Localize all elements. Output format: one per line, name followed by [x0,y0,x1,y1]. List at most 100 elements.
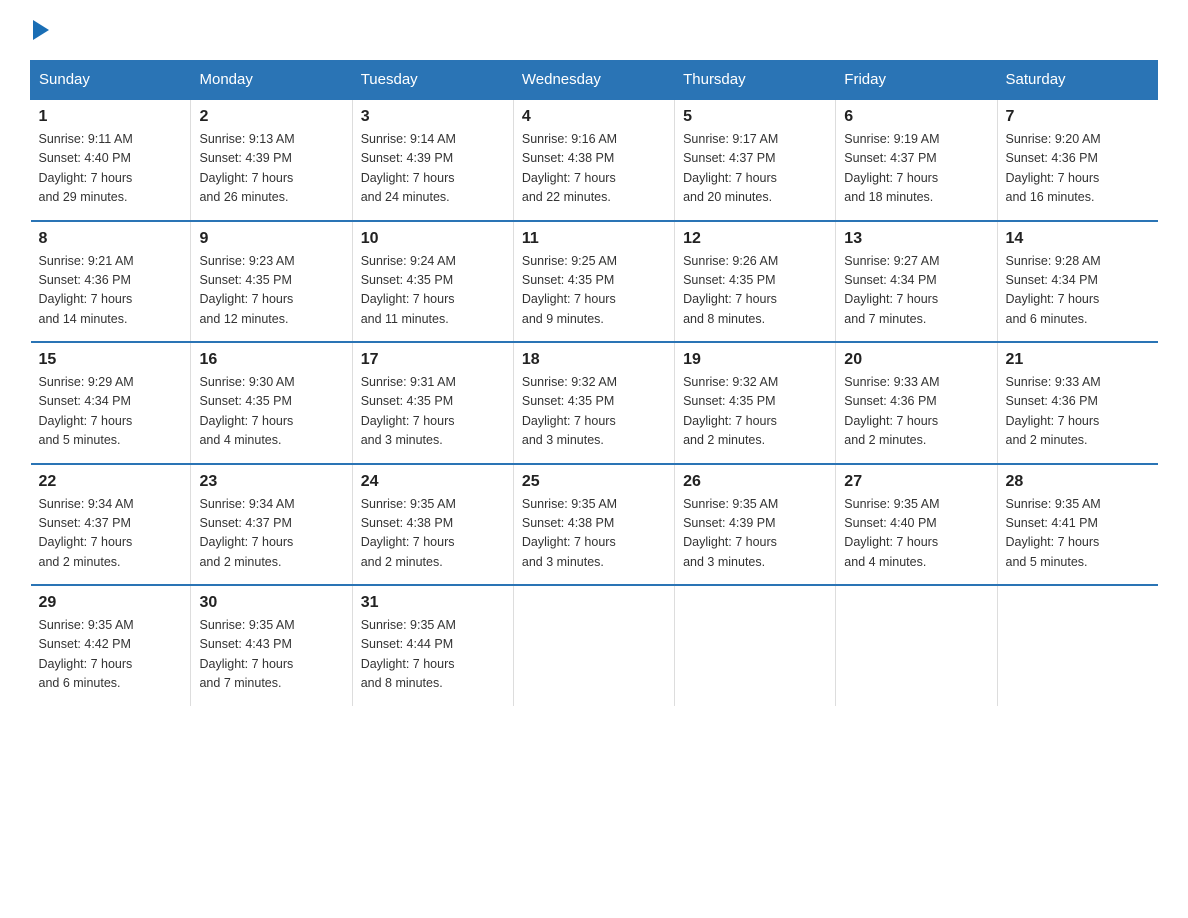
day-number: 24 [361,473,505,491]
day-detail: Sunrise: 9:33 AMSunset: 4:36 PMDaylight:… [844,375,939,447]
day-detail: Sunrise: 9:32 AMSunset: 4:35 PMDaylight:… [522,375,617,447]
calendar-cell: 13 Sunrise: 9:27 AMSunset: 4:34 PMDaylig… [836,221,997,343]
calendar-cell [513,585,674,706]
calendar-cell: 14 Sunrise: 9:28 AMSunset: 4:34 PMDaylig… [997,221,1158,343]
day-detail: Sunrise: 9:17 AMSunset: 4:37 PMDaylight:… [683,132,778,204]
calendar-cell: 6 Sunrise: 9:19 AMSunset: 4:37 PMDayligh… [836,99,997,221]
day-number: 14 [1006,230,1150,248]
day-number: 21 [1006,351,1150,369]
weekday-header-sunday: Sunday [31,61,191,100]
calendar-cell: 18 Sunrise: 9:32 AMSunset: 4:35 PMDaylig… [513,342,674,464]
day-detail: Sunrise: 9:33 AMSunset: 4:36 PMDaylight:… [1006,375,1101,447]
calendar-cell: 22 Sunrise: 9:34 AMSunset: 4:37 PMDaylig… [31,464,191,586]
day-detail: Sunrise: 9:11 AMSunset: 4:40 PMDaylight:… [39,132,133,204]
weekday-header-row: SundayMondayTuesdayWednesdayThursdayFrid… [31,61,1158,100]
day-number: 5 [683,108,827,126]
calendar-cell [836,585,997,706]
weekday-header-tuesday: Tuesday [352,61,513,100]
day-detail: Sunrise: 9:35 AMSunset: 4:38 PMDaylight:… [522,497,617,569]
week-row-4: 22 Sunrise: 9:34 AMSunset: 4:37 PMDaylig… [31,464,1158,586]
calendar-cell: 24 Sunrise: 9:35 AMSunset: 4:38 PMDaylig… [352,464,513,586]
calendar-cell: 16 Sunrise: 9:30 AMSunset: 4:35 PMDaylig… [191,342,352,464]
day-number: 23 [199,473,343,491]
day-number: 8 [39,230,183,248]
calendar-cell: 17 Sunrise: 9:31 AMSunset: 4:35 PMDaylig… [352,342,513,464]
calendar-cell: 29 Sunrise: 9:35 AMSunset: 4:42 PMDaylig… [31,585,191,706]
calendar-cell: 8 Sunrise: 9:21 AMSunset: 4:36 PMDayligh… [31,221,191,343]
day-detail: Sunrise: 9:35 AMSunset: 4:40 PMDaylight:… [844,497,939,569]
calendar-cell: 26 Sunrise: 9:35 AMSunset: 4:39 PMDaylig… [675,464,836,586]
day-detail: Sunrise: 9:16 AMSunset: 4:38 PMDaylight:… [522,132,617,204]
calendar-cell: 28 Sunrise: 9:35 AMSunset: 4:41 PMDaylig… [997,464,1158,586]
calendar-cell: 23 Sunrise: 9:34 AMSunset: 4:37 PMDaylig… [191,464,352,586]
day-detail: Sunrise: 9:34 AMSunset: 4:37 PMDaylight:… [39,497,134,569]
day-number: 12 [683,230,827,248]
weekday-header-wednesday: Wednesday [513,61,674,100]
day-number: 22 [39,473,183,491]
day-number: 10 [361,230,505,248]
day-detail: Sunrise: 9:20 AMSunset: 4:36 PMDaylight:… [1006,132,1101,204]
day-number: 27 [844,473,988,491]
week-row-3: 15 Sunrise: 9:29 AMSunset: 4:34 PMDaylig… [31,342,1158,464]
calendar-cell: 5 Sunrise: 9:17 AMSunset: 4:37 PMDayligh… [675,99,836,221]
week-row-2: 8 Sunrise: 9:21 AMSunset: 4:36 PMDayligh… [31,221,1158,343]
calendar-cell: 7 Sunrise: 9:20 AMSunset: 4:36 PMDayligh… [997,99,1158,221]
day-number: 30 [199,594,343,612]
calendar-cell: 25 Sunrise: 9:35 AMSunset: 4:38 PMDaylig… [513,464,674,586]
day-detail: Sunrise: 9:35 AMSunset: 4:43 PMDaylight:… [199,618,294,690]
day-number: 9 [199,230,343,248]
day-detail: Sunrise: 9:35 AMSunset: 4:41 PMDaylight:… [1006,497,1101,569]
weekday-header-monday: Monday [191,61,352,100]
day-detail: Sunrise: 9:21 AMSunset: 4:36 PMDaylight:… [39,254,134,326]
weekday-header-friday: Friday [836,61,997,100]
day-detail: Sunrise: 9:31 AMSunset: 4:35 PMDaylight:… [361,375,456,447]
calendar-cell [997,585,1158,706]
logo-arrow-icon [33,20,49,40]
calendar-cell: 20 Sunrise: 9:33 AMSunset: 4:36 PMDaylig… [836,342,997,464]
day-number: 4 [522,108,666,126]
calendar-table: SundayMondayTuesdayWednesdayThursdayFrid… [30,60,1158,706]
logo [30,20,62,40]
day-number: 18 [522,351,666,369]
calendar-cell: 30 Sunrise: 9:35 AMSunset: 4:43 PMDaylig… [191,585,352,706]
page-header [30,20,1158,40]
day-detail: Sunrise: 9:25 AMSunset: 4:35 PMDaylight:… [522,254,617,326]
day-number: 15 [39,351,183,369]
day-number: 25 [522,473,666,491]
calendar-cell: 9 Sunrise: 9:23 AMSunset: 4:35 PMDayligh… [191,221,352,343]
day-detail: Sunrise: 9:26 AMSunset: 4:35 PMDaylight:… [683,254,778,326]
day-number: 6 [844,108,988,126]
calendar-cell: 4 Sunrise: 9:16 AMSunset: 4:38 PMDayligh… [513,99,674,221]
day-number: 20 [844,351,988,369]
day-detail: Sunrise: 9:35 AMSunset: 4:38 PMDaylight:… [361,497,456,569]
day-number: 31 [361,594,505,612]
day-number: 29 [39,594,183,612]
calendar-cell: 1 Sunrise: 9:11 AMSunset: 4:40 PMDayligh… [31,99,191,221]
day-number: 2 [199,108,343,126]
calendar-cell: 15 Sunrise: 9:29 AMSunset: 4:34 PMDaylig… [31,342,191,464]
day-detail: Sunrise: 9:14 AMSunset: 4:39 PMDaylight:… [361,132,456,204]
day-detail: Sunrise: 9:29 AMSunset: 4:34 PMDaylight:… [39,375,134,447]
day-number: 19 [683,351,827,369]
day-detail: Sunrise: 9:30 AMSunset: 4:35 PMDaylight:… [199,375,294,447]
day-detail: Sunrise: 9:35 AMSunset: 4:44 PMDaylight:… [361,618,456,690]
calendar-cell: 21 Sunrise: 9:33 AMSunset: 4:36 PMDaylig… [997,342,1158,464]
day-number: 13 [844,230,988,248]
calendar-cell [675,585,836,706]
day-number: 16 [199,351,343,369]
week-row-1: 1 Sunrise: 9:11 AMSunset: 4:40 PMDayligh… [31,99,1158,221]
day-number: 11 [522,230,666,248]
calendar-cell: 31 Sunrise: 9:35 AMSunset: 4:44 PMDaylig… [352,585,513,706]
day-detail: Sunrise: 9:34 AMSunset: 4:37 PMDaylight:… [199,497,294,569]
calendar-cell: 3 Sunrise: 9:14 AMSunset: 4:39 PMDayligh… [352,99,513,221]
day-detail: Sunrise: 9:13 AMSunset: 4:39 PMDaylight:… [199,132,294,204]
day-detail: Sunrise: 9:23 AMSunset: 4:35 PMDaylight:… [199,254,294,326]
day-detail: Sunrise: 9:35 AMSunset: 4:42 PMDaylight:… [39,618,134,690]
day-number: 1 [39,108,183,126]
day-number: 28 [1006,473,1150,491]
calendar-cell: 27 Sunrise: 9:35 AMSunset: 4:40 PMDaylig… [836,464,997,586]
day-detail: Sunrise: 9:35 AMSunset: 4:39 PMDaylight:… [683,497,778,569]
day-number: 26 [683,473,827,491]
week-row-5: 29 Sunrise: 9:35 AMSunset: 4:42 PMDaylig… [31,585,1158,706]
weekday-header-thursday: Thursday [675,61,836,100]
